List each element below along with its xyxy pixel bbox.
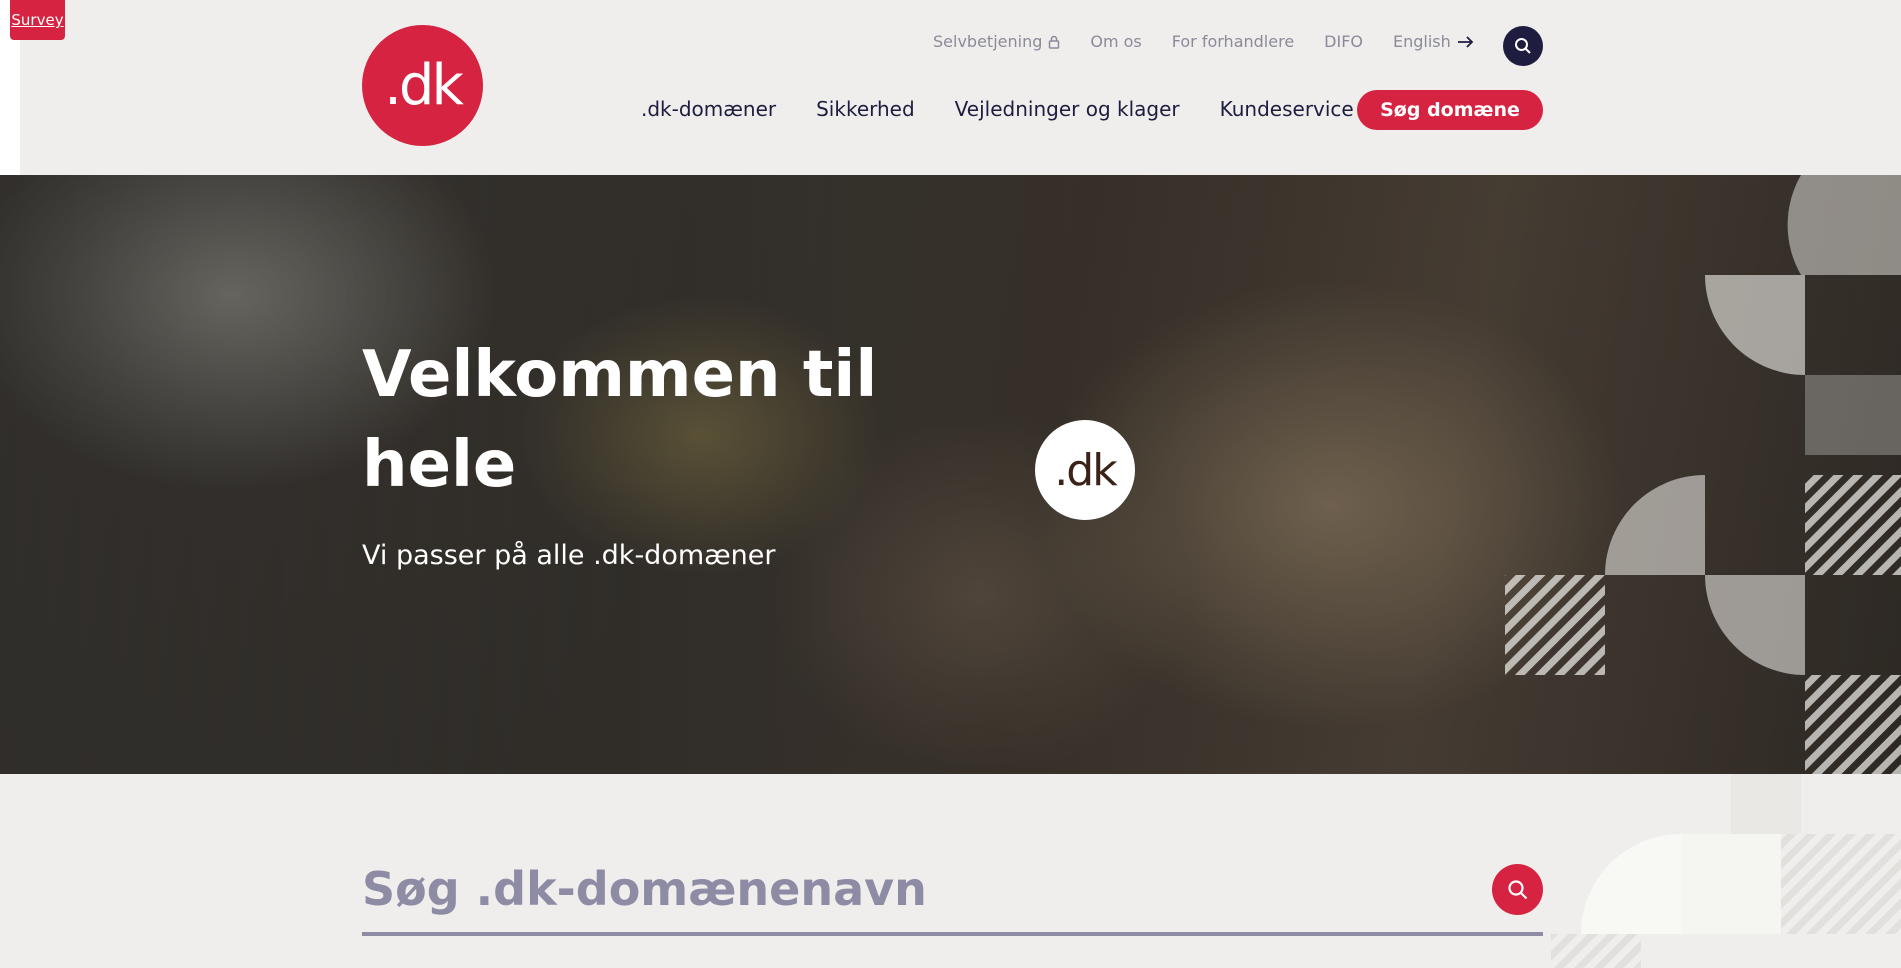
- survey-tab[interactable]: Survey: [10, 0, 65, 40]
- hero-title: Velkommen til hele: [362, 338, 878, 502]
- util-link-label: Selvbetjening: [933, 32, 1043, 51]
- logo-text: .dk: [384, 53, 464, 118]
- search-underline: [362, 932, 1543, 936]
- nav-item-dk-domaener[interactable]: .dk-domæner: [641, 97, 776, 121]
- util-link-selvbetjening[interactable]: Selvbetjening: [933, 32, 1060, 51]
- util-link-for-forhandlere[interactable]: For forhandlere: [1172, 32, 1294, 51]
- nav-item-kundeservice[interactable]: Kundeservice: [1220, 97, 1354, 121]
- search-icon: [1507, 879, 1527, 899]
- domain-search-input[interactable]: [362, 854, 1492, 924]
- hero-subtitle: Vi passer på alle .dk-domæner: [362, 540, 776, 571]
- dk-badge: .dk: [1035, 420, 1135, 520]
- search-domain-button[interactable]: Søg domæne: [1357, 90, 1543, 130]
- main-nav: .dk-domæner Sikkerhed Vejledninger og kl…: [641, 97, 1394, 121]
- site-header: .dk Selvbetjening Om os For forhandlere …: [0, 0, 1901, 175]
- search-icon: [1515, 38, 1531, 54]
- util-link-english[interactable]: English: [1393, 32, 1475, 51]
- header-search-button[interactable]: [1503, 26, 1543, 66]
- hero-banner: Velkommen til hele Vi passer på alle .dk…: [0, 175, 1901, 774]
- decorative-pattern: [1505, 175, 1901, 774]
- util-link-label: English: [1393, 32, 1451, 51]
- util-link-difo[interactable]: DIFO: [1324, 32, 1363, 51]
- util-link-om-os[interactable]: Om os: [1090, 32, 1141, 51]
- nav-item-sikkerhed[interactable]: Sikkerhed: [816, 97, 915, 121]
- decorative-pattern-bottom: [1551, 774, 1901, 968]
- lock-icon: [1049, 35, 1060, 49]
- arrow-right-icon: [1457, 35, 1474, 48]
- domain-search-section: [0, 774, 1901, 968]
- site-logo[interactable]: .dk: [362, 25, 483, 146]
- domain-search-submit[interactable]: [1492, 864, 1543, 915]
- nav-item-vejledninger-og-klager[interactable]: Vejledninger og klager: [955, 97, 1180, 121]
- utility-nav: Selvbetjening Om os For forhandlere DIFO…: [933, 32, 1475, 51]
